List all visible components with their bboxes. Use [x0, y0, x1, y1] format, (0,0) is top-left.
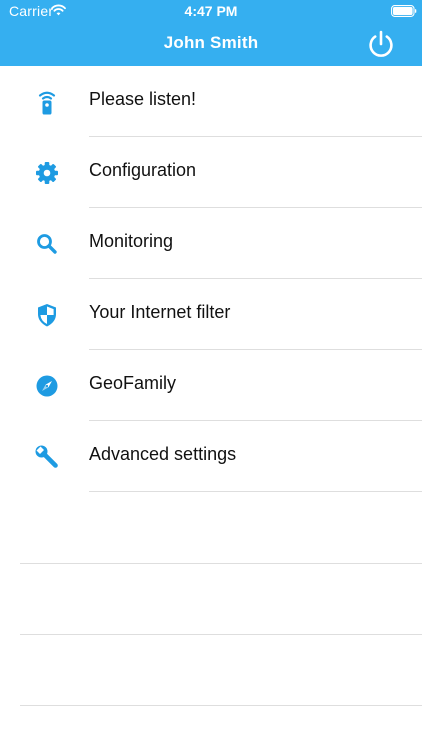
app-screen: Carrier 4:47 PM John Smith Please listen…	[0, 0, 422, 750]
menu-list: Please listen! Configuration Monitoring …	[0, 66, 422, 492]
status-bar: Carrier 4:47 PM	[0, 0, 422, 22]
page-title: John Smith	[163, 33, 259, 52]
battery-icon	[391, 5, 417, 17]
menu-item-label: Advanced settings	[89, 444, 237, 464]
menu-item-label: Monitoring	[89, 231, 174, 251]
empty-row-divider	[20, 705, 422, 706]
menu-item-label: Your Internet filter	[89, 302, 231, 322]
compass-icon	[36, 375, 58, 397]
menu-item-label: GeoFamily	[89, 373, 177, 393]
row-divider	[89, 491, 422, 492]
menu-item-geofamily[interactable]: GeoFamily	[0, 350, 422, 421]
menu-item-label: Configuration	[89, 160, 197, 180]
empty-row-divider	[20, 563, 422, 564]
power-icon[interactable]	[366, 29, 396, 59]
empty-row-divider	[20, 634, 422, 635]
menu-item-internet-filter[interactable]: Your Internet filter	[0, 279, 422, 350]
menu-item-configuration[interactable]: Configuration	[0, 137, 422, 208]
menu-item-monitoring[interactable]: Monitoring	[0, 208, 422, 279]
menu-item-please-listen[interactable]: Please listen!	[0, 66, 422, 137]
shield-icon	[38, 304, 56, 327]
clock: 4:47 PM	[184, 3, 238, 19]
header-bar: Carrier 4:47 PM John Smith	[0, 0, 422, 66]
menu-item-label: Please listen!	[89, 89, 197, 109]
menu-item-advanced-settings[interactable]: Advanced settings	[0, 421, 422, 492]
search-icon	[37, 234, 57, 254]
remote-icon	[38, 91, 56, 115]
gear-icon	[36, 162, 58, 184]
wrench-icon	[35, 445, 58, 468]
